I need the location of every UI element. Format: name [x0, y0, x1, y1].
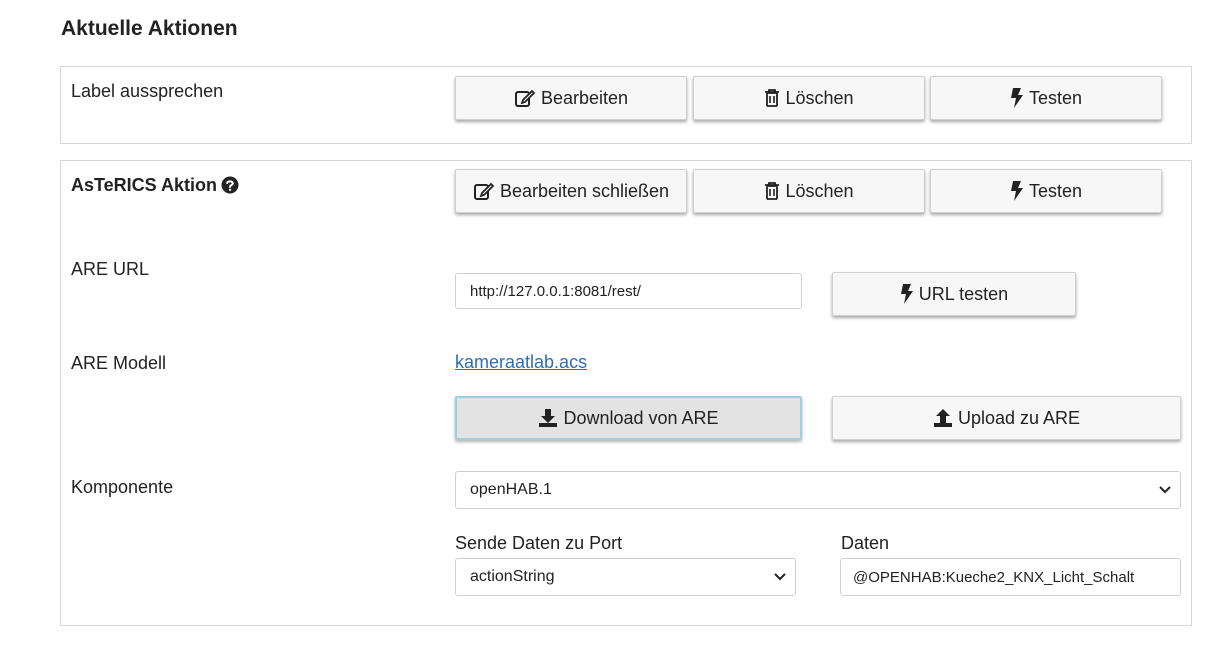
delete-button-label: Löschen: [785, 180, 854, 201]
download-button-label: Download von ARE: [563, 407, 719, 428]
close-edit-button[interactable]: Bearbeiten schließen: [455, 169, 687, 213]
component-select[interactable]: openHAB.1: [455, 471, 1181, 509]
model-file-link[interactable]: kameraatlab.acs: [455, 352, 587, 373]
upload-to-are-button[interactable]: Upload zu ARE: [832, 396, 1181, 440]
url-test-button[interactable]: URL testen: [832, 272, 1076, 316]
bolt-icon: [900, 284, 913, 304]
trash-icon: [765, 182, 780, 200]
chevron-down-icon: [1159, 486, 1171, 494]
question-circle-icon[interactable]: [221, 176, 239, 194]
asterics-title: AsTeRICS Aktion: [71, 174, 239, 196]
delete-button-label: Löschen: [785, 87, 854, 108]
upload-button-label: Upload zu ARE: [957, 407, 1081, 428]
edit-button[interactable]: Bearbeiten: [455, 76, 687, 120]
download-icon: [539, 409, 558, 427]
port-label: Sende Daten zu Port: [455, 533, 623, 553]
upload-icon: [933, 409, 952, 427]
test-button[interactable]: Testen: [930, 169, 1162, 213]
action-label: Label aussprechen: [71, 81, 224, 101]
data-label: Daten: [841, 533, 890, 553]
test-button[interactable]: Testen: [930, 76, 1162, 120]
page-title: Aktuelle Aktionen: [61, 17, 238, 40]
edit-icon: [514, 89, 536, 107]
edit-icon: [473, 182, 495, 200]
bolt-icon: [1010, 181, 1023, 201]
component-select-value: openHAB.1: [470, 481, 552, 498]
asterics-title-text: AsTeRICS Aktion: [71, 175, 218, 195]
are-model-label: ARE Modell: [71, 353, 167, 373]
chevron-down-icon: [774, 573, 786, 581]
url-test-button-label: URL testen: [918, 283, 1009, 304]
port-select[interactable]: actionString: [455, 558, 796, 596]
data-input[interactable]: @OPENHAB:Kueche2_KNX_Licht_Schalt: [840, 558, 1181, 596]
are-url-input[interactable]: http://127.0.0.1:8081/rest/: [455, 273, 802, 309]
trash-icon: [765, 89, 780, 107]
component-label: Komponente: [71, 477, 174, 497]
edit-button-label: Bearbeiten: [540, 87, 629, 108]
test-button-label: Testen: [1028, 180, 1083, 201]
download-from-are-button[interactable]: Download von ARE: [455, 396, 802, 440]
action-panel-asterics: [60, 160, 1192, 626]
test-button-label: Testen: [1028, 87, 1083, 108]
bolt-icon: [1010, 88, 1023, 108]
delete-button[interactable]: Löschen: [693, 76, 925, 120]
close-edit-button-label: Bearbeiten schließen: [499, 180, 670, 201]
are-url-label: ARE URL: [71, 259, 150, 279]
port-select-value: actionString: [470, 568, 555, 585]
delete-button[interactable]: Löschen: [693, 169, 925, 213]
